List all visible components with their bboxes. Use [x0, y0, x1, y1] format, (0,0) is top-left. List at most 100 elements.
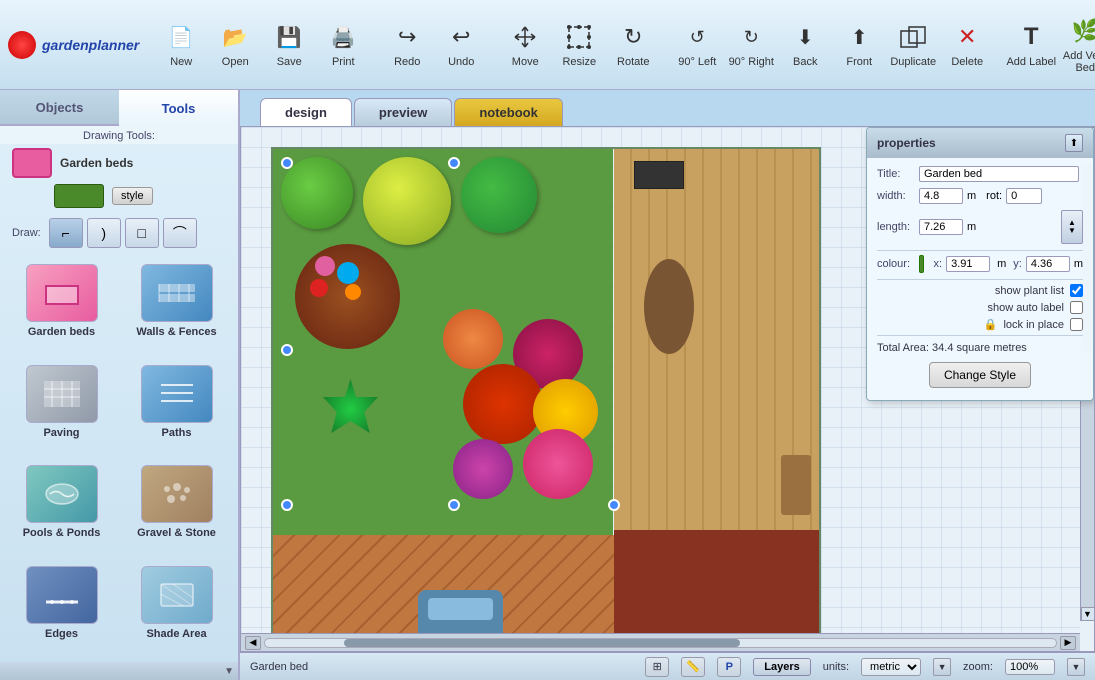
show-plant-list-label: show plant list	[995, 285, 1064, 297]
rotate-button[interactable]: ↻ Rotate	[607, 11, 659, 79]
new-button[interactable]: 📄 New	[155, 11, 207, 79]
zoom-input[interactable]	[1005, 659, 1055, 675]
tree-3	[461, 157, 537, 233]
handle-middle-left[interactable]	[281, 344, 293, 356]
pool-small	[337, 262, 359, 284]
length-stepper[interactable]: ▲ ▼	[1061, 210, 1083, 244]
draw-tool-corner[interactable]: ⌐	[49, 218, 83, 248]
title-input[interactable]	[919, 166, 1079, 182]
flower-cluster-1	[443, 309, 503, 369]
delete-button[interactable]: ✕ Delete	[941, 11, 993, 79]
y-input[interactable]	[1026, 256, 1070, 272]
units-stepper[interactable]: ▼	[933, 658, 951, 676]
total-area: Total Area: 34.4 square metres	[877, 342, 1083, 354]
sidebar-item-pools-ponds[interactable]: Pools & Ponds	[8, 461, 115, 554]
sidebar-item-garden-beds[interactable]: Garden beds	[8, 260, 115, 353]
tree-1	[281, 157, 353, 229]
colour-label: colour:	[877, 258, 915, 270]
scroll-track-horiz	[264, 638, 1057, 648]
sidebar-item-edges[interactable]: Edges	[8, 562, 115, 655]
tab-tools[interactable]: Tools	[119, 90, 238, 126]
canvas-area: design preview notebook	[240, 90, 1095, 680]
tab-notebook[interactable]: notebook	[454, 98, 563, 126]
change-style-button[interactable]: Change Style	[929, 362, 1031, 388]
properties-expand-button[interactable]: ⬆	[1065, 134, 1083, 152]
show-plant-list-checkbox[interactable]	[1070, 284, 1083, 297]
handle-bottom-mid[interactable]	[448, 499, 460, 511]
grid-icon[interactable]: ⊞	[645, 657, 669, 677]
topbar: gardenplanner 📄 New 📂 Open 💾 Save 🖨️ Pri…	[0, 0, 1095, 90]
undo-button[interactable]: ↩ Undo	[435, 11, 487, 79]
lock-in-place-checkbox[interactable]	[1070, 318, 1083, 331]
scroll-right-arrow[interactable]: ▶	[1060, 636, 1076, 650]
panel-tabs: Objects Tools	[0, 90, 238, 126]
tab-preview[interactable]: preview	[354, 98, 452, 126]
redo-icon: ↪	[391, 21, 423, 53]
canvas-wrapper[interactable]: ▲ ▼ ◀ ▶ properties ⬆	[240, 126, 1095, 652]
garden-beds-icon	[26, 264, 98, 322]
draw-tool-freeform[interactable]: ⌒	[163, 218, 197, 248]
sidebar-item-paving[interactable]: Paving	[8, 361, 115, 454]
house	[614, 530, 819, 633]
statusbar: Garden bed ⊞ 📏 P Layers units: metric ▼ …	[240, 652, 1095, 680]
redo-button[interactable]: ↪ Redo	[381, 11, 433, 79]
horizontal-scrollbar[interactable]: ◀ ▶	[241, 633, 1080, 651]
90right-button[interactable]: ↻ 90° Right	[725, 11, 777, 79]
show-auto-label-checkbox[interactable]	[1070, 301, 1083, 314]
print-button[interactable]: 🖨️ Print	[317, 11, 369, 79]
sidebar-item-shade-area[interactable]: Shade Area	[123, 562, 230, 655]
tree-2	[363, 157, 451, 245]
car-window	[428, 598, 493, 620]
style-button[interactable]: style	[112, 187, 153, 205]
draw-tool-rect[interactable]: □	[125, 218, 159, 248]
flower-cluster-4	[453, 439, 513, 499]
back-button[interactable]: ⬇ Back	[779, 11, 831, 79]
handle-bottom-right[interactable]	[608, 499, 620, 511]
edges-icon	[26, 566, 98, 624]
width-input[interactable]	[919, 188, 963, 204]
ruler-icon[interactable]: 📏	[681, 657, 705, 677]
sidebar-item-walls-fences[interactable]: Walls & Fences	[123, 260, 230, 353]
paving-tool-label: Paving	[43, 427, 79, 439]
scroll-left-arrow[interactable]: ◀	[245, 636, 261, 650]
scroll-thumb-horiz[interactable]	[344, 639, 740, 647]
rot-input[interactable]	[1006, 188, 1042, 204]
walls-fences-icon	[141, 264, 213, 322]
resize-button[interactable]: Resize	[553, 11, 605, 79]
zoom-stepper[interactable]: ▼	[1067, 658, 1085, 676]
draw-tool-curve[interactable]: )	[87, 218, 121, 248]
length-input[interactable]	[919, 219, 963, 235]
colour-swatch[interactable]	[919, 255, 924, 273]
save-button[interactable]: 💾 Save	[263, 11, 315, 79]
sidebar-item-gravel-stone[interactable]: Gravel & Stone	[123, 461, 230, 554]
open-button[interactable]: 📂 Open	[209, 11, 261, 79]
print-icon: 🖨️	[327, 21, 359, 53]
handle-bottom-left[interactable]	[281, 499, 293, 511]
x-input[interactable]	[946, 256, 990, 272]
handle-top-left[interactable]	[281, 157, 293, 169]
add-veg-bed-button[interactable]: 🌿 Add Veg. Bed	[1059, 11, 1095, 79]
90left-button[interactable]: ↺ 90° Left	[671, 11, 723, 79]
gravel-stone-icon	[141, 465, 213, 523]
move-icon	[509, 21, 541, 53]
statusbar-text: Garden bed	[250, 661, 633, 673]
tab-design[interactable]: design	[260, 98, 352, 126]
units-select[interactable]: metric	[861, 658, 921, 676]
move-button[interactable]: Move	[499, 11, 551, 79]
sidebar-item-paths[interactable]: Paths	[123, 361, 230, 454]
logo: gardenplanner	[8, 31, 139, 59]
main-layout: Objects Tools Drawing Tools: Garden beds…	[0, 90, 1095, 680]
add-veg-bed-icon: 🌿	[1069, 15, 1095, 47]
resize-icon	[563, 21, 595, 53]
panel-scrollbar[interactable]: ▼	[0, 662, 238, 680]
pointer-icon[interactable]: P	[717, 657, 741, 677]
layers-button[interactable]: Layers	[753, 658, 810, 676]
flower-pink	[315, 256, 335, 276]
tab-objects[interactable]: Objects	[0, 90, 119, 126]
duplicate-button[interactable]: Duplicate	[887, 11, 939, 79]
scroll-down-arrow[interactable]: ▼	[1081, 607, 1095, 621]
add-label-button[interactable]: T Add Label	[1005, 11, 1057, 79]
handle-top[interactable]	[448, 157, 460, 169]
front-button[interactable]: ⬆ Front	[833, 11, 885, 79]
flower-orange	[345, 284, 361, 300]
